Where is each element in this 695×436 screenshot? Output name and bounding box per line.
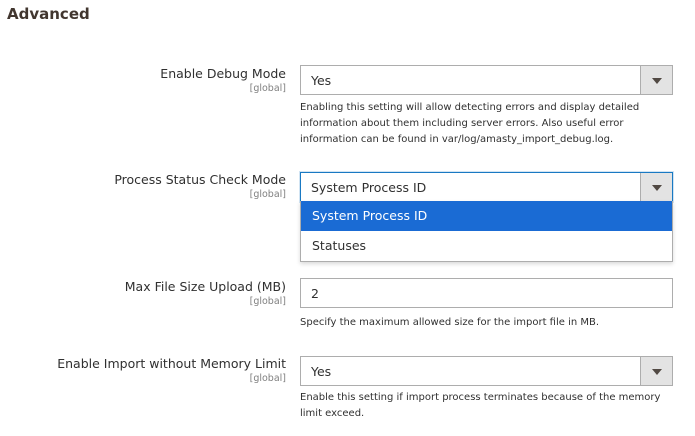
process-status-scope: [global] — [249, 189, 286, 200]
debug-mode-value: Yes — [311, 73, 332, 88]
memory-limit-label: Enable Import without Memory Limit — [57, 356, 286, 371]
process-status-select[interactable]: System Process ID — [300, 172, 673, 202]
max-file-size-label: Max File Size Upload (MB) — [124, 279, 286, 294]
option-system-process-id[interactable]: System Process ID — [301, 201, 672, 231]
max-file-size-input[interactable]: 2 — [300, 278, 673, 308]
process-status-label: Process Status Check Mode — [114, 172, 286, 187]
memory-limit-select[interactable]: Yes — [300, 356, 673, 386]
memory-limit-value: Yes — [311, 364, 332, 379]
process-status-dropdown: System Process ID Statuses — [300, 201, 673, 262]
chevron-down-icon — [652, 78, 662, 84]
debug-mode-arrow[interactable] — [640, 66, 672, 94]
memory-limit-scope: [global] — [249, 373, 286, 384]
memory-limit-arrow[interactable] — [640, 357, 672, 385]
chevron-down-icon — [652, 185, 662, 191]
debug-mode-note: Enabling this setting will allow detecti… — [300, 102, 640, 145]
debug-mode-scope: [global] — [249, 83, 286, 94]
process-status-value: System Process ID — [311, 180, 427, 195]
debug-mode-label: Enable Debug Mode — [160, 66, 286, 81]
option-statuses[interactable]: Statuses — [301, 231, 672, 261]
max-file-size-scope: [global] — [249, 296, 286, 307]
chevron-down-icon — [652, 369, 662, 375]
memory-limit-note: Enable this setting if import process te… — [300, 392, 661, 419]
section-title: Advanced — [7, 5, 90, 23]
process-status-arrow[interactable] — [640, 173, 672, 201]
max-file-size-note: Specify the maximum allowed size for the… — [300, 317, 600, 328]
max-file-size-value: 2 — [311, 286, 319, 301]
debug-mode-select[interactable]: Yes — [300, 65, 673, 95]
